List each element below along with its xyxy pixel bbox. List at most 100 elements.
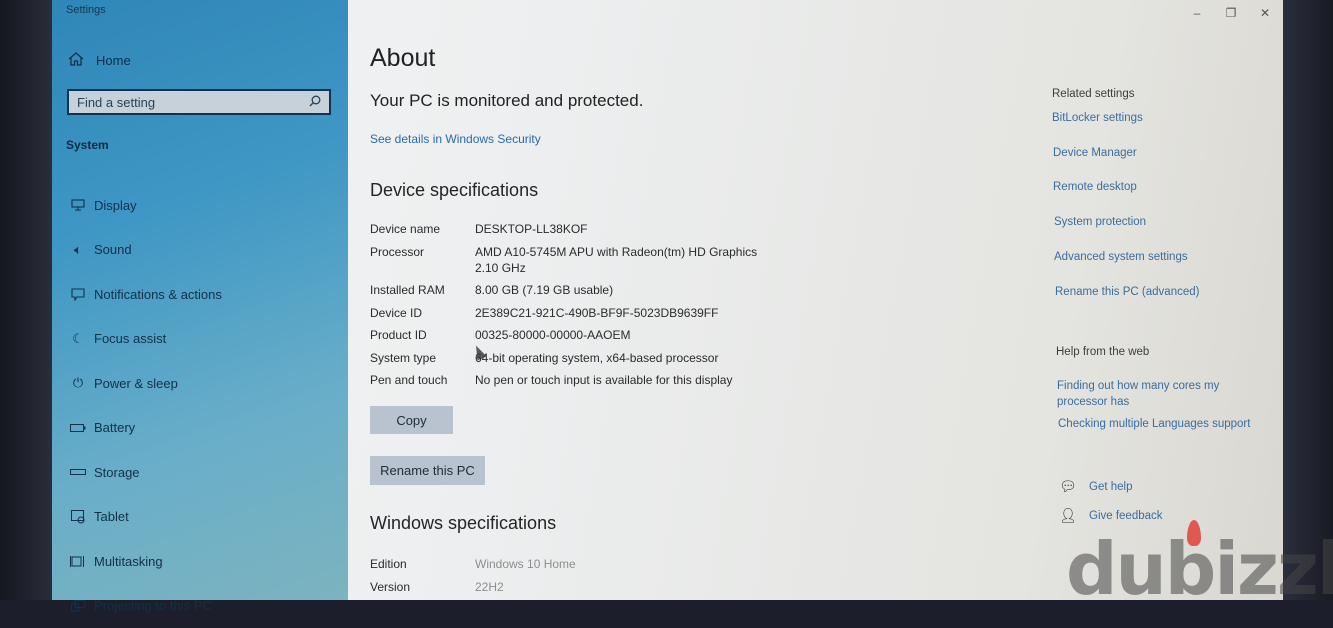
sidebar-item-display[interactable]: Display [64, 183, 344, 228]
spec-row: Device nameDESKTOP-LL38KOF [370, 221, 795, 237]
spec-key: Device ID [370, 305, 475, 321]
cores-help-link[interactable]: Finding out how many cores my processor … [1057, 378, 1247, 410]
copy-button[interactable]: Copy [370, 406, 453, 434]
window-controls: – ❐ ✕ [1180, 2, 1282, 24]
sidebar-item-storage[interactable]: Storage [64, 450, 344, 495]
notification-icon [64, 288, 92, 301]
sidebar-item-label: Notifications & actions [94, 287, 222, 302]
settings-window: Settings Home System Display 🔈︎ Sound [52, 0, 1283, 600]
screen-bezel-right [1283, 0, 1333, 600]
get-help-label: Get help [1089, 481, 1132, 493]
maximize-button[interactable]: ❐ [1214, 2, 1248, 24]
feedback-icon: 👤︎ [1059, 507, 1075, 524]
sidebar-item-focus-assist[interactable]: ☾ Focus assist [64, 317, 344, 362]
languages-help-link[interactable]: Checking multiple Languages support [1058, 418, 1250, 430]
spec-row: Pen and touchNo pen or touch input is av… [370, 372, 795, 388]
sidebar-item-label: Multitasking [94, 554, 163, 569]
windows-security-link[interactable]: See details in Windows Security [370, 132, 541, 146]
spec-value: Windows 10 Home [475, 556, 576, 572]
spec-row: Product ID00325-80000-00000-AAOEM [370, 327, 795, 343]
protection-status: Your PC is monitored and protected. [370, 91, 643, 111]
sidebar-nav: Display 🔈︎ Sound Notifications & actions… [64, 183, 344, 628]
search-icon[interactable] [309, 95, 321, 110]
sidebar-item-power-sleep[interactable]: ⏻ Power & sleep [64, 361, 344, 406]
sidebar-item-battery[interactable]: Battery [64, 406, 344, 451]
battery-icon [64, 424, 92, 432]
spec-value: 64-bit operating system, x64-based proce… [475, 350, 795, 366]
screen-bezel-left [0, 0, 52, 600]
sidebar-item-notifications[interactable]: Notifications & actions [64, 272, 344, 317]
rename-pc-advanced-link[interactable]: Rename this PC (advanced) [1055, 286, 1199, 298]
spec-row: Installed RAM8.00 GB (7.19 GB usable) [370, 282, 795, 298]
bitlocker-settings-link[interactable]: BitLocker settings [1052, 112, 1143, 124]
sidebar-item-label: Display [94, 198, 137, 213]
sidebar-item-label: Storage [94, 465, 140, 480]
advanced-system-settings-link[interactable]: Advanced system settings [1054, 251, 1188, 263]
sidebar-item-sound[interactable]: 🔈︎ Sound [64, 228, 344, 273]
device-specifications-heading: Device specifications [370, 180, 538, 201]
system-protection-link[interactable]: System protection [1054, 216, 1146, 228]
spec-key: System type [370, 350, 475, 366]
spec-value: 2E389C21-921C-490B-BF9F-5023DB9639FF [475, 305, 795, 321]
storage-icon [64, 469, 92, 475]
moon-icon: ☾ [64, 331, 92, 347]
power-icon: ⏻ [64, 375, 92, 391]
sidebar-item-label: Battery [94, 420, 135, 435]
spec-key: Version [370, 579, 475, 595]
spec-key: Pen and touch [370, 372, 475, 388]
give-feedback-link[interactable]: 👤︎ Give feedback [1059, 507, 1163, 524]
sidebar-item-label: Power & sleep [94, 376, 178, 391]
sidebar-item-label: Projecting to this PC [94, 598, 212, 613]
watermark: dubizzl [1066, 527, 1333, 611]
page-title: About [370, 44, 435, 73]
sidebar-item-label: Tablet [94, 509, 129, 524]
home-icon [68, 52, 84, 69]
spec-key: Device name [370, 221, 475, 237]
device-manager-link[interactable]: Device Manager [1053, 147, 1137, 159]
spec-row: ProcessorAMD A10-5745M APU with Radeon(t… [370, 244, 795, 276]
search-box[interactable] [67, 89, 331, 115]
device-spec-table: Device nameDESKTOP-LL38KOF ProcessorAMD … [370, 221, 795, 395]
windows-specifications-heading: Windows specifications [370, 513, 556, 534]
spec-key: Product ID [370, 327, 475, 343]
spec-row: EditionWindows 10 Home [370, 556, 576, 572]
spec-value: 22H2 [475, 579, 504, 595]
chat-help-icon: 💬︎ [1059, 478, 1075, 495]
sidebar-item-projecting[interactable]: Projecting to this PC [64, 584, 344, 628]
search-input[interactable] [77, 95, 309, 110]
give-feedback-label: Give feedback [1089, 510, 1163, 522]
spec-key: Processor [370, 244, 475, 276]
sidebar: Settings Home System Display 🔈︎ Sound [52, 0, 348, 600]
spec-value: 00325-80000-00000-AAOEM [475, 327, 795, 343]
remote-desktop-link[interactable]: Remote desktop [1053, 181, 1137, 193]
spec-value: 8.00 GB (7.19 GB usable) [475, 282, 795, 298]
sidebar-item-label: Focus assist [94, 331, 166, 346]
spec-row: Version22H2 [370, 579, 576, 595]
section-label-system: System [66, 138, 109, 152]
rename-pc-button[interactable]: Rename this PC [370, 456, 485, 485]
home-label: Home [96, 53, 131, 68]
minimize-button[interactable]: – [1180, 2, 1214, 24]
windows-spec-table: EditionWindows 10 Home Version22H2 [370, 556, 576, 602]
speaker-icon: 🔈︎ [64, 242, 92, 258]
sidebar-item-label: Sound [94, 242, 132, 257]
spec-value: DESKTOP-LL38KOF [475, 221, 795, 237]
app-title: Settings [66, 4, 106, 16]
sidebar-item-multitasking[interactable]: Multitasking [64, 539, 344, 584]
about-content: About Your PC is monitored and protected… [370, 0, 1030, 600]
spec-key: Installed RAM [370, 282, 475, 298]
tablet-icon [64, 510, 92, 524]
spec-value: No pen or touch input is available for t… [475, 372, 795, 388]
sidebar-home[interactable]: Home [68, 52, 131, 69]
spec-value: AMD A10-5745M APU with Radeon(tm) HD Gra… [475, 244, 775, 276]
display-icon [64, 199, 92, 211]
spec-row: System type64-bit operating system, x64-… [370, 350, 795, 366]
close-button[interactable]: ✕ [1248, 2, 1282, 24]
related-settings-heading: Related settings [1052, 88, 1134, 100]
spec-row: Device ID2E389C21-921C-490B-BF9F-5023DB9… [370, 305, 795, 321]
projecting-icon [64, 600, 92, 612]
sidebar-item-tablet[interactable]: Tablet [64, 495, 344, 540]
spec-key: Edition [370, 556, 475, 572]
help-from-web-heading: Help from the web [1056, 346, 1149, 358]
get-help-link[interactable]: 💬︎ Get help [1059, 478, 1132, 495]
